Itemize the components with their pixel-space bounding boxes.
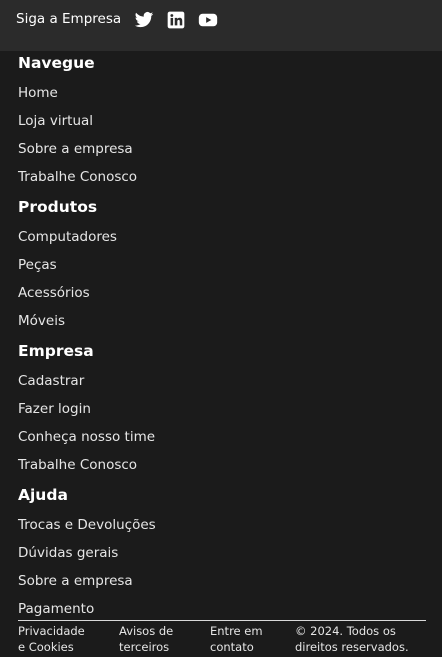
section-title-produtos: Produtos	[18, 198, 98, 216]
link-computadores[interactable]: Computadores	[18, 229, 117, 245]
link-home[interactable]: Home	[18, 85, 58, 101]
section-title-empresa: Empresa	[18, 342, 94, 360]
youtube-link[interactable]	[198, 10, 218, 30]
third-party-link-line1: Avisos de	[119, 624, 174, 638]
link-duvidas-gerais[interactable]: Dúvidas gerais	[18, 545, 118, 561]
copyright-line2: direitos reservados.	[295, 640, 409, 654]
section-title-navegue: Navegue	[18, 54, 95, 72]
copyright-line1: © 2024. Todos os	[295, 624, 396, 638]
privacy-link[interactable]: Privacidade e Cookies	[18, 623, 108, 655]
link-cadastrar[interactable]: Cadastrar	[18, 373, 84, 389]
link-sobre-a-empresa-ajuda[interactable]: Sobre a empresa	[18, 573, 133, 589]
link-fazer-login[interactable]: Fazer login	[18, 401, 91, 417]
contact-link-line1: Entre em	[210, 624, 263, 638]
link-sobre-a-empresa[interactable]: Sobre a empresa	[18, 141, 133, 157]
link-pecas[interactable]: Peças	[18, 257, 57, 273]
contact-link-line2: contato	[210, 640, 254, 654]
privacy-link-line1: Privacidade	[18, 624, 85, 638]
privacy-link-line2: e Cookies	[18, 640, 74, 654]
section-title-ajuda: Ajuda	[18, 486, 68, 504]
linkedin-link[interactable]	[166, 10, 186, 30]
follow-label: Siga a Empresa	[16, 11, 122, 27]
third-party-notices-link[interactable]: Avisos de terceiros	[119, 623, 199, 655]
linkedin-icon	[167, 11, 185, 29]
link-conheca-nosso-time[interactable]: Conheça nosso time	[18, 429, 155, 445]
contact-link[interactable]: Entre em contato	[210, 623, 280, 655]
third-party-link-line2: terceiros	[119, 640, 170, 654]
footer-divider	[18, 620, 426, 621]
link-loja-virtual[interactable]: Loja virtual	[18, 113, 93, 129]
link-acessorios[interactable]: Acessórios	[18, 285, 90, 301]
link-moveis[interactable]: Móveis	[18, 313, 65, 329]
link-trabalhe-conosco-empresa[interactable]: Trabalhe Conosco	[18, 457, 137, 473]
twitter-link[interactable]	[134, 10, 154, 30]
link-pagamento[interactable]: Pagamento	[18, 601, 94, 617]
link-trabalhe-conosco[interactable]: Trabalhe Conosco	[18, 169, 137, 185]
copyright-text: © 2024. Todos os direitos reservados.	[295, 623, 430, 655]
youtube-icon	[198, 13, 218, 27]
twitter-icon	[134, 12, 154, 28]
social-bar: Siga a Empresa	[0, 0, 442, 51]
link-trocas-e-devolucoes[interactable]: Trocas e Devoluções	[18, 517, 156, 533]
